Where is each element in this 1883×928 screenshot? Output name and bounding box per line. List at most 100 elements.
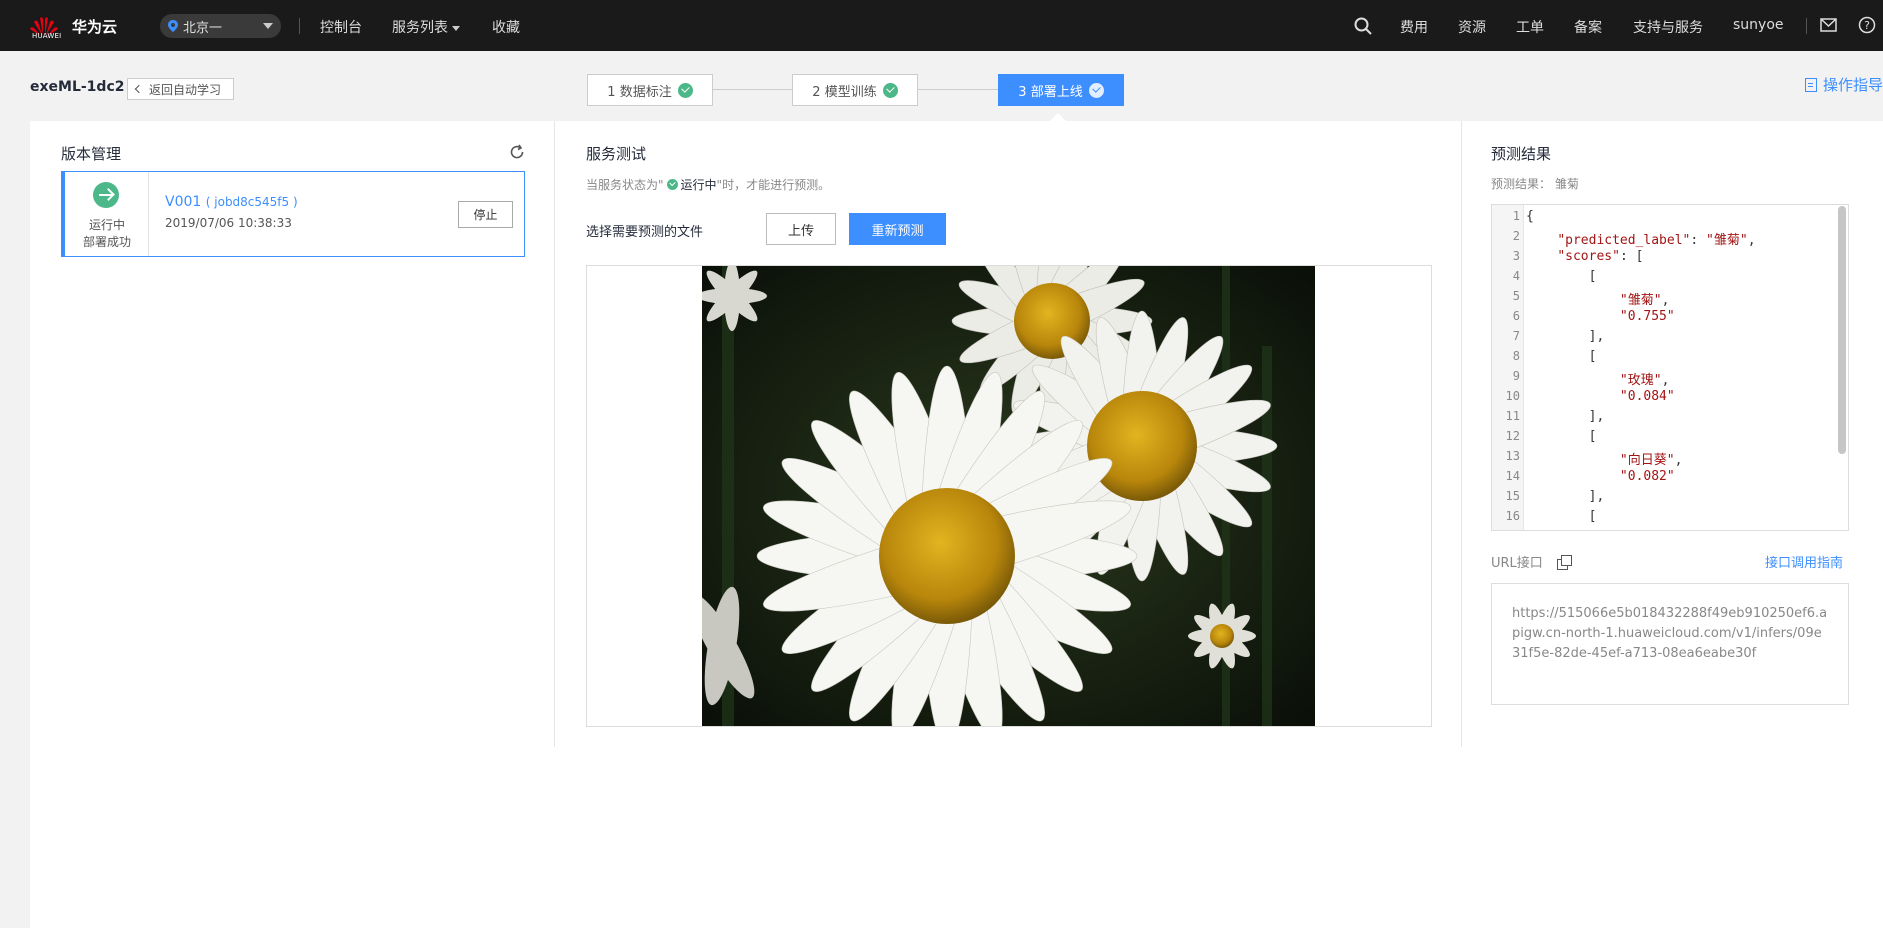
logo-wordmark: HUAWEI: [32, 32, 62, 40]
api-guide-link[interactable]: 接口调用指南: [1765, 552, 1843, 571]
line-number: 9: [1512, 369, 1520, 383]
code-line: ],: [1526, 409, 1605, 424]
code-line: ],: [1526, 329, 1605, 344]
brand-name[interactable]: 华为云: [72, 16, 117, 37]
search-icon[interactable]: [1354, 17, 1372, 35]
prediction-summary: 预测结果： 雏菊: [1491, 177, 1579, 191]
line-number: 8: [1512, 349, 1520, 363]
back-to-automl-button[interactable]: 返回自动学习: [127, 78, 234, 100]
daisy-photo: [702, 266, 1315, 726]
nav-service-list-label: 服务列表: [392, 20, 448, 36]
line-number: 5: [1512, 289, 1520, 303]
location-pin-icon: [168, 20, 178, 32]
line-number: 2: [1512, 229, 1520, 243]
check-circle-icon: [882, 82, 898, 98]
nav-service-list[interactable]: 服务列表: [392, 17, 460, 37]
divider: [299, 18, 300, 34]
check-circle-icon: [677, 82, 693, 98]
status-running: 运行中: [88, 218, 125, 232]
copy-icon[interactable]: [1556, 554, 1572, 570]
step-label: 3 部署上线: [1018, 84, 1083, 100]
line-number: 3: [1512, 249, 1520, 263]
operation-guide-link[interactable]: 操作指导: [1805, 74, 1883, 95]
back-button-label: 返回自动学习: [149, 82, 222, 97]
nav-icp[interactable]: 备案: [1574, 17, 1602, 37]
step-data-labeling[interactable]: 1 数据标注: [587, 74, 713, 106]
region-selector[interactable]: 北京一: [160, 14, 281, 38]
code-line: "雏菊",: [1619, 293, 1670, 308]
chevron-left-icon: [134, 84, 144, 94]
nav-console[interactable]: 控制台: [320, 17, 362, 37]
code-line: [: [1526, 429, 1597, 444]
check-circle-icon: [1088, 82, 1104, 98]
region-label: 北京一: [183, 20, 223, 36]
url-interface-label: URL接口: [1491, 552, 1572, 571]
line-number: 16: [1505, 509, 1520, 523]
line-number: 4: [1512, 269, 1520, 283]
code-line: "向日葵",: [1619, 453, 1683, 468]
line-number: 11: [1505, 409, 1520, 423]
code-line: ],: [1526, 489, 1605, 504]
line-number: 6: [1512, 309, 1520, 323]
refresh-icon[interactable]: [509, 144, 525, 160]
user-name[interactable]: sunyoe: [1733, 17, 1784, 33]
arrow-right-circle-icon: [93, 182, 119, 208]
line-number: 7: [1512, 329, 1520, 343]
version-status: 运行中 部署成功: [65, 172, 149, 256]
help-icon[interactable]: ?: [1858, 16, 1876, 34]
code-line: [: [1526, 349, 1597, 364]
step-connector: [713, 89, 792, 90]
step-model-training[interactable]: 2 模型训练: [792, 74, 918, 106]
line-number: 13: [1505, 449, 1520, 463]
document-icon: [1805, 77, 1817, 92]
code-line: "scores": [: [1557, 249, 1644, 264]
code-line: "0.082": [1619, 469, 1675, 484]
line-number: 12: [1505, 429, 1520, 443]
mail-icon[interactable]: [1820, 18, 1837, 32]
nav-favorites[interactable]: 收藏: [492, 17, 520, 37]
hint-status: 运行中: [680, 178, 717, 192]
project-name: exeML-1dc2: [30, 79, 125, 95]
job-id: ( jobd8c545f5 ): [205, 195, 298, 209]
caret-down-icon: [452, 25, 460, 31]
step-deploy[interactable]: 3 部署上线: [998, 74, 1124, 106]
divider: [1806, 18, 1807, 34]
code-line: "0.755": [1619, 309, 1675, 324]
scrollbar-thumb[interactable]: [1838, 206, 1846, 454]
code-line: {: [1526, 209, 1534, 224]
code-line: "0.084": [1619, 389, 1675, 404]
version-card[interactable]: 运行中 部署成功 V001 ( jobd8c545f5 ) 2019/07/06…: [61, 171, 525, 257]
url-field[interactable]: https://515066e5b018432288f49eb910250ef6…: [1491, 583, 1849, 705]
nav-tickets[interactable]: 工单: [1516, 17, 1544, 37]
version-panel-title: 版本管理: [61, 145, 122, 163]
chevron-down-icon: [263, 23, 273, 29]
upload-button[interactable]: 上传: [766, 213, 836, 245]
code-line: [: [1526, 509, 1597, 524]
step-label: 2 模型训练: [812, 84, 877, 100]
nav-billing[interactable]: 费用: [1400, 17, 1428, 37]
line-number: 15: [1505, 489, 1520, 503]
file-select-label: 选择需要预测的文件: [586, 225, 704, 240]
stop-button[interactable]: 停止: [458, 201, 513, 228]
nav-resources[interactable]: 资源: [1458, 17, 1486, 37]
code-line: "玫瑰",: [1619, 373, 1670, 388]
repredict-button[interactable]: 重新预测: [849, 213, 946, 245]
prediction-title: 预测结果: [1491, 145, 1552, 163]
service-test-hint: 当服务状态为" 运行中 "时，才能进行预测。: [586, 176, 830, 193]
step-connector: [918, 89, 998, 90]
line-number: 14: [1505, 469, 1520, 483]
prediction-json-viewer[interactable]: 1 {2 "predicted_label": "雏菊", 3 "scores": …: [1491, 204, 1849, 531]
code-line: [: [1526, 269, 1597, 284]
check-circle-icon: [666, 179, 678, 190]
nav-support[interactable]: 支持与服务: [1633, 17, 1703, 37]
status-deployed: 部署成功: [82, 235, 131, 249]
line-number: 1: [1512, 209, 1520, 223]
code-line: "predicted_label": "雏菊",: [1557, 233, 1756, 248]
version-timestamp: 2019/07/06 10:38:33: [165, 216, 292, 230]
hint-prefix: 当服务状态为": [586, 178, 664, 192]
service-test-title: 服务测试: [586, 145, 647, 163]
url-label-text: URL接口: [1491, 556, 1543, 571]
hint-suffix: "时，才能进行预测。: [716, 178, 831, 192]
version-name[interactable]: V001 ( jobd8c545f5 ): [165, 194, 298, 210]
top-navigation-bar: HUAWEI 华为云 北京一 控制台 服务列表 收藏 费用 资源 工单 备案 支…: [0, 0, 1883, 51]
